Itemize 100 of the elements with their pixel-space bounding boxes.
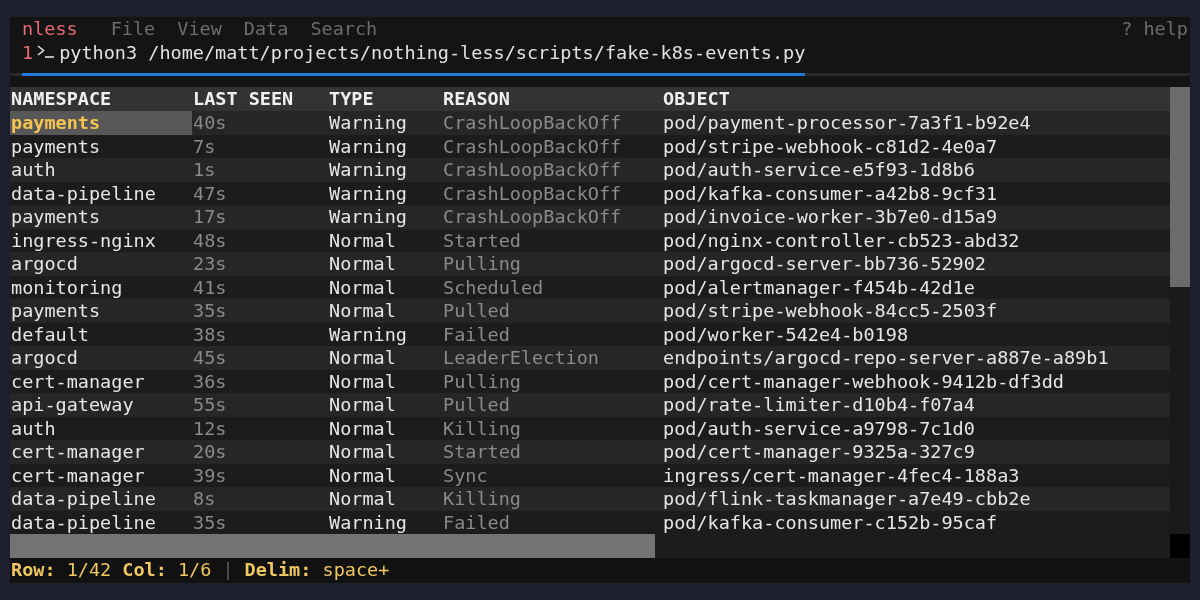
scrollbar-thumb[interactable] — [10, 534, 655, 558]
table-cell-text: Normal — [328, 275, 397, 299]
table-cell-text: Warning — [328, 181, 408, 205]
table-cell-text: Warning — [328, 111, 408, 135]
table-cell-text: pod/payment-processor-7a3f1-b92e4 — [662, 111, 1032, 135]
table-cell-text: pod/cert-manager-webhook-9412b-df3dd — [662, 369, 1065, 393]
table-cell-text: payments — [10, 299, 102, 323]
terminal-prompt-icon — [37, 45, 56, 58]
table-cell-text: Failed — [442, 322, 511, 346]
table-cell-text: 48s — [192, 228, 228, 252]
column-header: TYPE — [328, 87, 375, 111]
table-cell-text: Warning — [328, 158, 408, 182]
table-cell-text: 35s — [192, 510, 228, 534]
table-cell-text: 45s — [192, 346, 228, 370]
table-cell-text: Failed — [442, 510, 511, 534]
table-cell-text: default — [10, 322, 90, 346]
table-cell-text: pod/invoice-worker-3b7e0-d15a9 — [662, 205, 999, 229]
table-cell-text: pod/argocd-server-bb736-52902 — [662, 252, 987, 276]
table-cell-text: Normal — [328, 463, 397, 487]
app-title: nless — [22, 17, 78, 41]
table-cell-text: Killing — [442, 487, 522, 511]
status-field: Row: 1/42 — [11, 558, 112, 582]
table-cell-text: Warning — [328, 510, 408, 534]
table-cell-text: data-pipeline — [10, 487, 157, 511]
table-cell-text: 39s — [192, 463, 228, 487]
table-cell-text: Normal — [328, 252, 397, 276]
table-cell-text: 35s — [192, 299, 228, 323]
selected-cell: payments — [10, 111, 192, 135]
column-header: NAMESPACE — [10, 87, 113, 111]
table-cell-text: Scheduled — [442, 275, 545, 299]
table-cell-text: payments — [10, 205, 102, 229]
table-cell-text: Killing — [442, 416, 522, 440]
table-cell-text: Sync — [442, 463, 489, 487]
table-cell-text: Normal — [328, 393, 397, 417]
menu-item[interactable]: Search — [310, 17, 378, 41]
table-cell-text: 38s — [192, 322, 228, 346]
table-cell-text: CrashLoopBackOff — [442, 181, 623, 205]
table-cell-text: Normal — [328, 440, 397, 464]
table-cell-text: Pulled — [442, 299, 511, 323]
table-cell-text: 40s — [192, 111, 228, 135]
table-cell-text: data-pipeline — [10, 510, 157, 534]
table-cell-text: Normal — [328, 369, 397, 393]
table-cell-text: Normal — [328, 346, 397, 370]
table-cell-text: 12s — [192, 416, 228, 440]
table-cell-text: argocd — [10, 346, 79, 370]
table-cell-text: Warning — [328, 205, 408, 229]
column-header: OBJECT — [662, 87, 731, 111]
table-cell-text: 7s — [192, 134, 217, 158]
table-cell-text: 23s — [192, 252, 228, 276]
table-cell-text: pod/nginx-controller-cb523-abd32 — [662, 228, 1021, 252]
help-hint[interactable]: ? help — [1121, 17, 1188, 41]
table-cell-text: CrashLoopBackOff — [442, 158, 623, 182]
table-cell-text: Pulling — [442, 252, 522, 276]
table-cell-text: Normal — [328, 228, 397, 252]
table-cell-text: auth — [10, 158, 57, 182]
table-cell-text: ingress-nginx — [10, 228, 157, 252]
table-cell-text: Started — [442, 228, 522, 252]
menu-item[interactable]: Data — [243, 17, 289, 41]
table-cell-text: Pulled — [442, 393, 511, 417]
column-header: REASON — [442, 87, 511, 111]
table-cell-text: 17s — [192, 205, 228, 229]
table-cell-text: Normal — [328, 299, 397, 323]
menu-item[interactable]: View — [177, 17, 222, 41]
table-cell-text: argocd — [10, 252, 79, 276]
table-cell-text: 41s — [192, 275, 228, 299]
table-cell-text: cert-manager — [10, 463, 146, 487]
table-cell-text: pod/stripe-webhook-c81d2-4e0a7 — [662, 134, 999, 158]
command-tab[interactable]: 1 python3 /home/matt/projects/nothing-less/scripts/fake-k8s-events.py — [22, 41, 806, 76]
table-cell-text: pod/auth-service-e5f93-1d8b6 — [662, 158, 976, 182]
table-cell-text: ingress/cert-manager-4fec4-188a3 — [662, 463, 1021, 487]
scrollbar-thumb[interactable] — [1170, 87, 1190, 287]
table-cell-text: auth — [10, 416, 57, 440]
table-cell-text: 47s — [192, 181, 228, 205]
column-header: LAST SEEN — [192, 87, 295, 111]
table-cell-text: LeaderElection — [442, 346, 600, 370]
table-cell-text: 1s — [192, 158, 217, 182]
menu-item[interactable]: File — [110, 17, 156, 41]
status-separator: | — [222, 558, 234, 582]
table-cell-text: pod/flink-taskmanager-a7e49-cbb2e — [662, 487, 1032, 511]
table-cell-text: pod/alertmanager-f454b-42d1e — [662, 275, 976, 299]
table-cell-text: Normal — [328, 416, 397, 440]
table-cell-text: pod/rate-limiter-d10b4-f07a4 — [662, 393, 976, 417]
table-cell-text: payments — [10, 134, 102, 158]
table-cell-text: 36s — [192, 369, 228, 393]
table-cell-text: Pulling — [442, 369, 522, 393]
table-cell-text: pod/cert-manager-9325a-327c9 — [662, 440, 976, 464]
table-cell-text: Normal — [328, 487, 397, 511]
table-cell-text: cert-manager — [10, 369, 146, 393]
table-cell-text: CrashLoopBackOff — [442, 205, 623, 229]
table-cell-text: api-gateway — [10, 393, 135, 417]
scrollbar-corner — [1170, 534, 1190, 558]
table-cell-text: data-pipeline — [10, 181, 157, 205]
table-cell-text: 55s — [192, 393, 228, 417]
table-cell-text: pod/kafka-consumer-a42b8-9cf31 — [662, 181, 999, 205]
table-cell-text: 8s — [192, 487, 217, 511]
status-field: Col: 1/6 — [122, 558, 212, 582]
table-cell-text: pod/auth-service-a9798-7c1d0 — [662, 416, 976, 440]
status-field: Delim: space+ — [244, 558, 390, 582]
table-cell-text: Started — [442, 440, 522, 464]
table-cell-text: Warning — [328, 134, 408, 158]
